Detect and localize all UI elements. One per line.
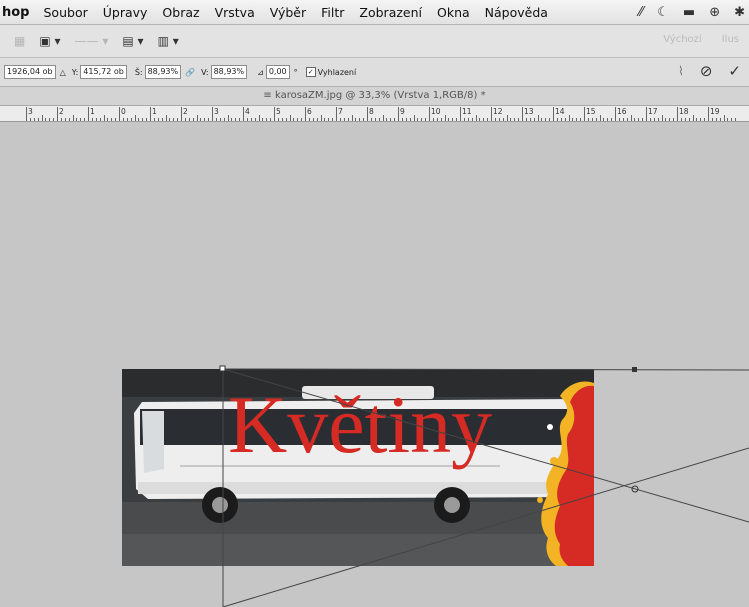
transform-bounding-box — [219, 365, 749, 607]
transform-handle-top-middle[interactable] — [632, 367, 637, 372]
transform-handle-top-left[interactable] — [219, 365, 226, 372]
